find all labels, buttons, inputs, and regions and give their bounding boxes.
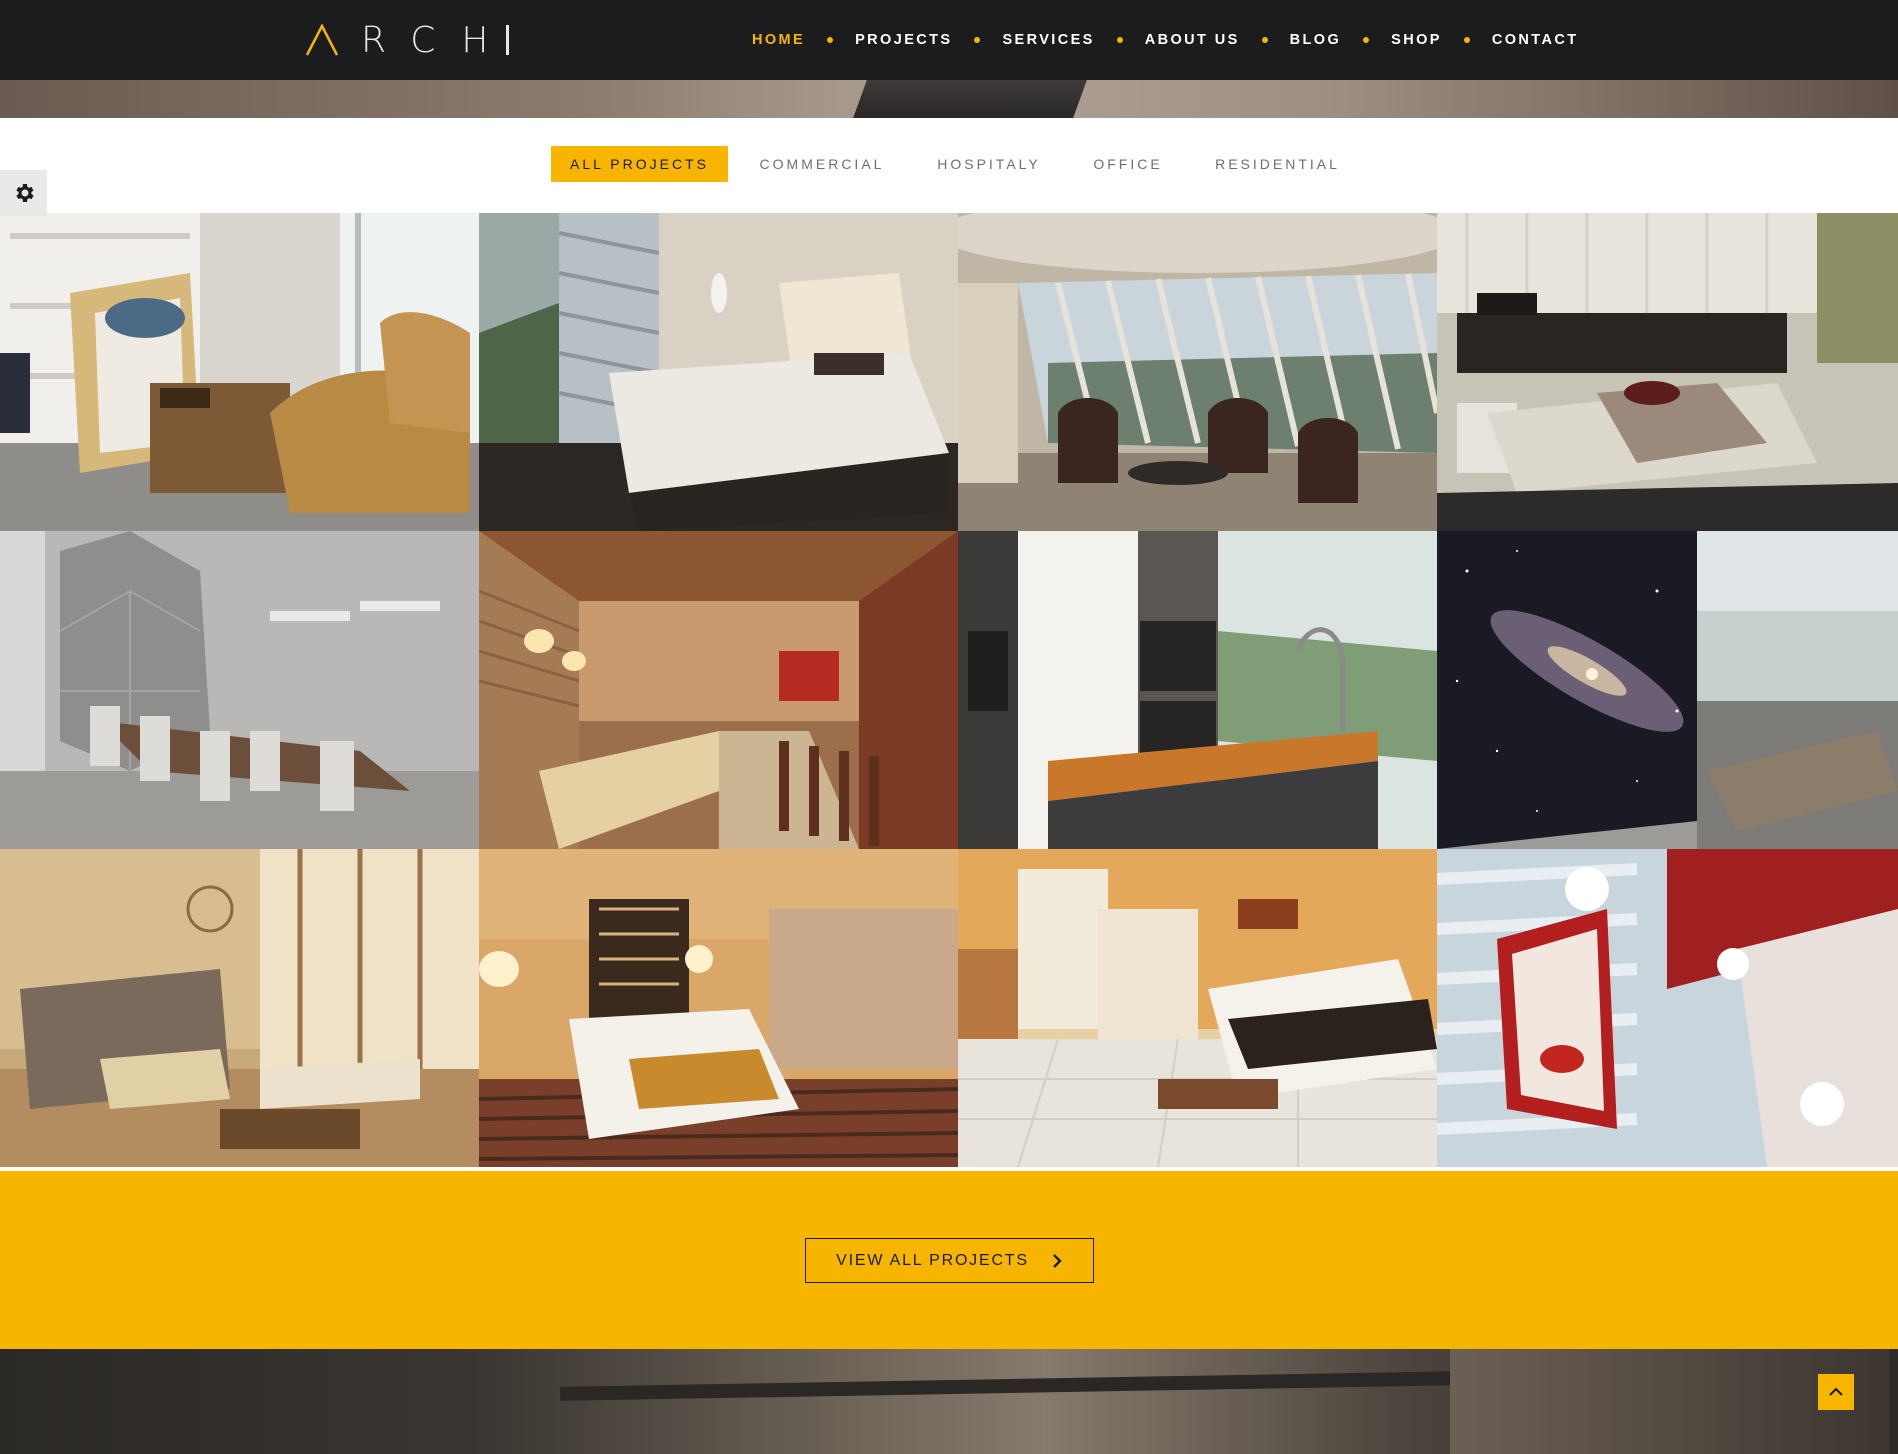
project-tile-galaxy-wall[interactable] — [1437, 531, 1898, 849]
view-all-projects-button[interactable]: VIEW ALL PROJECTS — [805, 1238, 1094, 1283]
project-image — [958, 531, 1437, 849]
gear-icon — [15, 184, 34, 202]
nav-separator — [1261, 37, 1268, 43]
project-tile-suite[interactable] — [958, 849, 1437, 1167]
project-image — [479, 531, 958, 849]
hero-image-strip — [0, 80, 1898, 118]
bottom-image-beam — [559, 1371, 1461, 1401]
project-tile-leather-sofa[interactable] — [0, 849, 479, 1167]
settings-toggle[interactable] — [0, 170, 47, 216]
nav-separator — [1116, 37, 1123, 43]
project-tile-modern-bedroom[interactable] — [1437, 213, 1898, 531]
nav-services[interactable]: SERVICES — [1002, 32, 1094, 48]
bottom-image — [0, 1349, 1898, 1454]
back-to-top-button[interactable] — [1818, 1374, 1854, 1410]
project-tile-kitchen[interactable] — [958, 531, 1437, 849]
filter-office[interactable]: OFFICE — [1088, 146, 1168, 182]
cta-band: VIEW ALL PROJECTS — [0, 1171, 1898, 1349]
nav-separator — [1363, 37, 1370, 43]
project-image — [958, 213, 1437, 531]
project-tile-living-room[interactable] — [0, 213, 479, 531]
nav-about-us[interactable]: ABOUT US — [1145, 32, 1240, 48]
project-image — [958, 849, 1437, 1167]
project-image — [479, 213, 958, 531]
logo-bar — [506, 25, 510, 55]
main-nav: HOME PROJECTS SERVICES ABOUT US BLOG SHO… — [752, 0, 1578, 80]
nav-blog[interactable]: BLOG — [1290, 32, 1342, 48]
project-tile-bedroom-view[interactable] — [479, 213, 958, 531]
project-image — [1437, 849, 1898, 1167]
cta-label: VIEW ALL PROJECTS — [836, 1251, 1029, 1269]
project-image — [1437, 531, 1898, 849]
chevron-right-icon — [1053, 1253, 1062, 1268]
nav-separator — [974, 37, 981, 43]
nav-home[interactable]: HOME — [752, 32, 805, 48]
logo-mark-icon — [305, 24, 339, 56]
site-header: RCH HOME PROJECTS SERVICES ABOUT US BLOG… — [0, 0, 1898, 80]
project-tile-glass-lounge[interactable] — [958, 213, 1437, 531]
project-grid — [0, 213, 1898, 1171]
site-logo[interactable]: RCH — [305, 20, 510, 61]
project-tile-hotel-bedroom[interactable] — [479, 849, 958, 1167]
project-filters: ALL PROJECTS COMMERCIAL HOSPITALY OFFICE… — [0, 118, 1898, 213]
project-image — [0, 213, 479, 531]
project-image — [1437, 213, 1898, 531]
nav-separator — [827, 37, 834, 43]
project-image — [0, 849, 479, 1167]
filter-hospitaly[interactable]: HOSPITALY — [929, 146, 1049, 182]
project-tile-tea-art[interactable] — [1437, 849, 1898, 1167]
chevron-up-icon — [1829, 1387, 1843, 1396]
nav-projects[interactable]: PROJECTS — [855, 32, 952, 48]
filter-commercial[interactable]: COMMERCIAL — [752, 146, 892, 182]
project-tile-meeting-room[interactable] — [0, 531, 479, 849]
nav-separator — [1463, 37, 1470, 43]
nav-contact[interactable]: CONTACT — [1492, 32, 1579, 48]
filter-residential[interactable]: RESIDENTIAL — [1210, 146, 1345, 182]
project-tile-restaurant[interactable] — [479, 531, 958, 849]
filter-all-projects[interactable]: ALL PROJECTS — [551, 146, 728, 182]
project-image — [479, 849, 958, 1167]
nav-shop[interactable]: SHOP — [1391, 32, 1442, 48]
project-image — [0, 531, 479, 849]
logo-text: RCH — [361, 19, 515, 61]
